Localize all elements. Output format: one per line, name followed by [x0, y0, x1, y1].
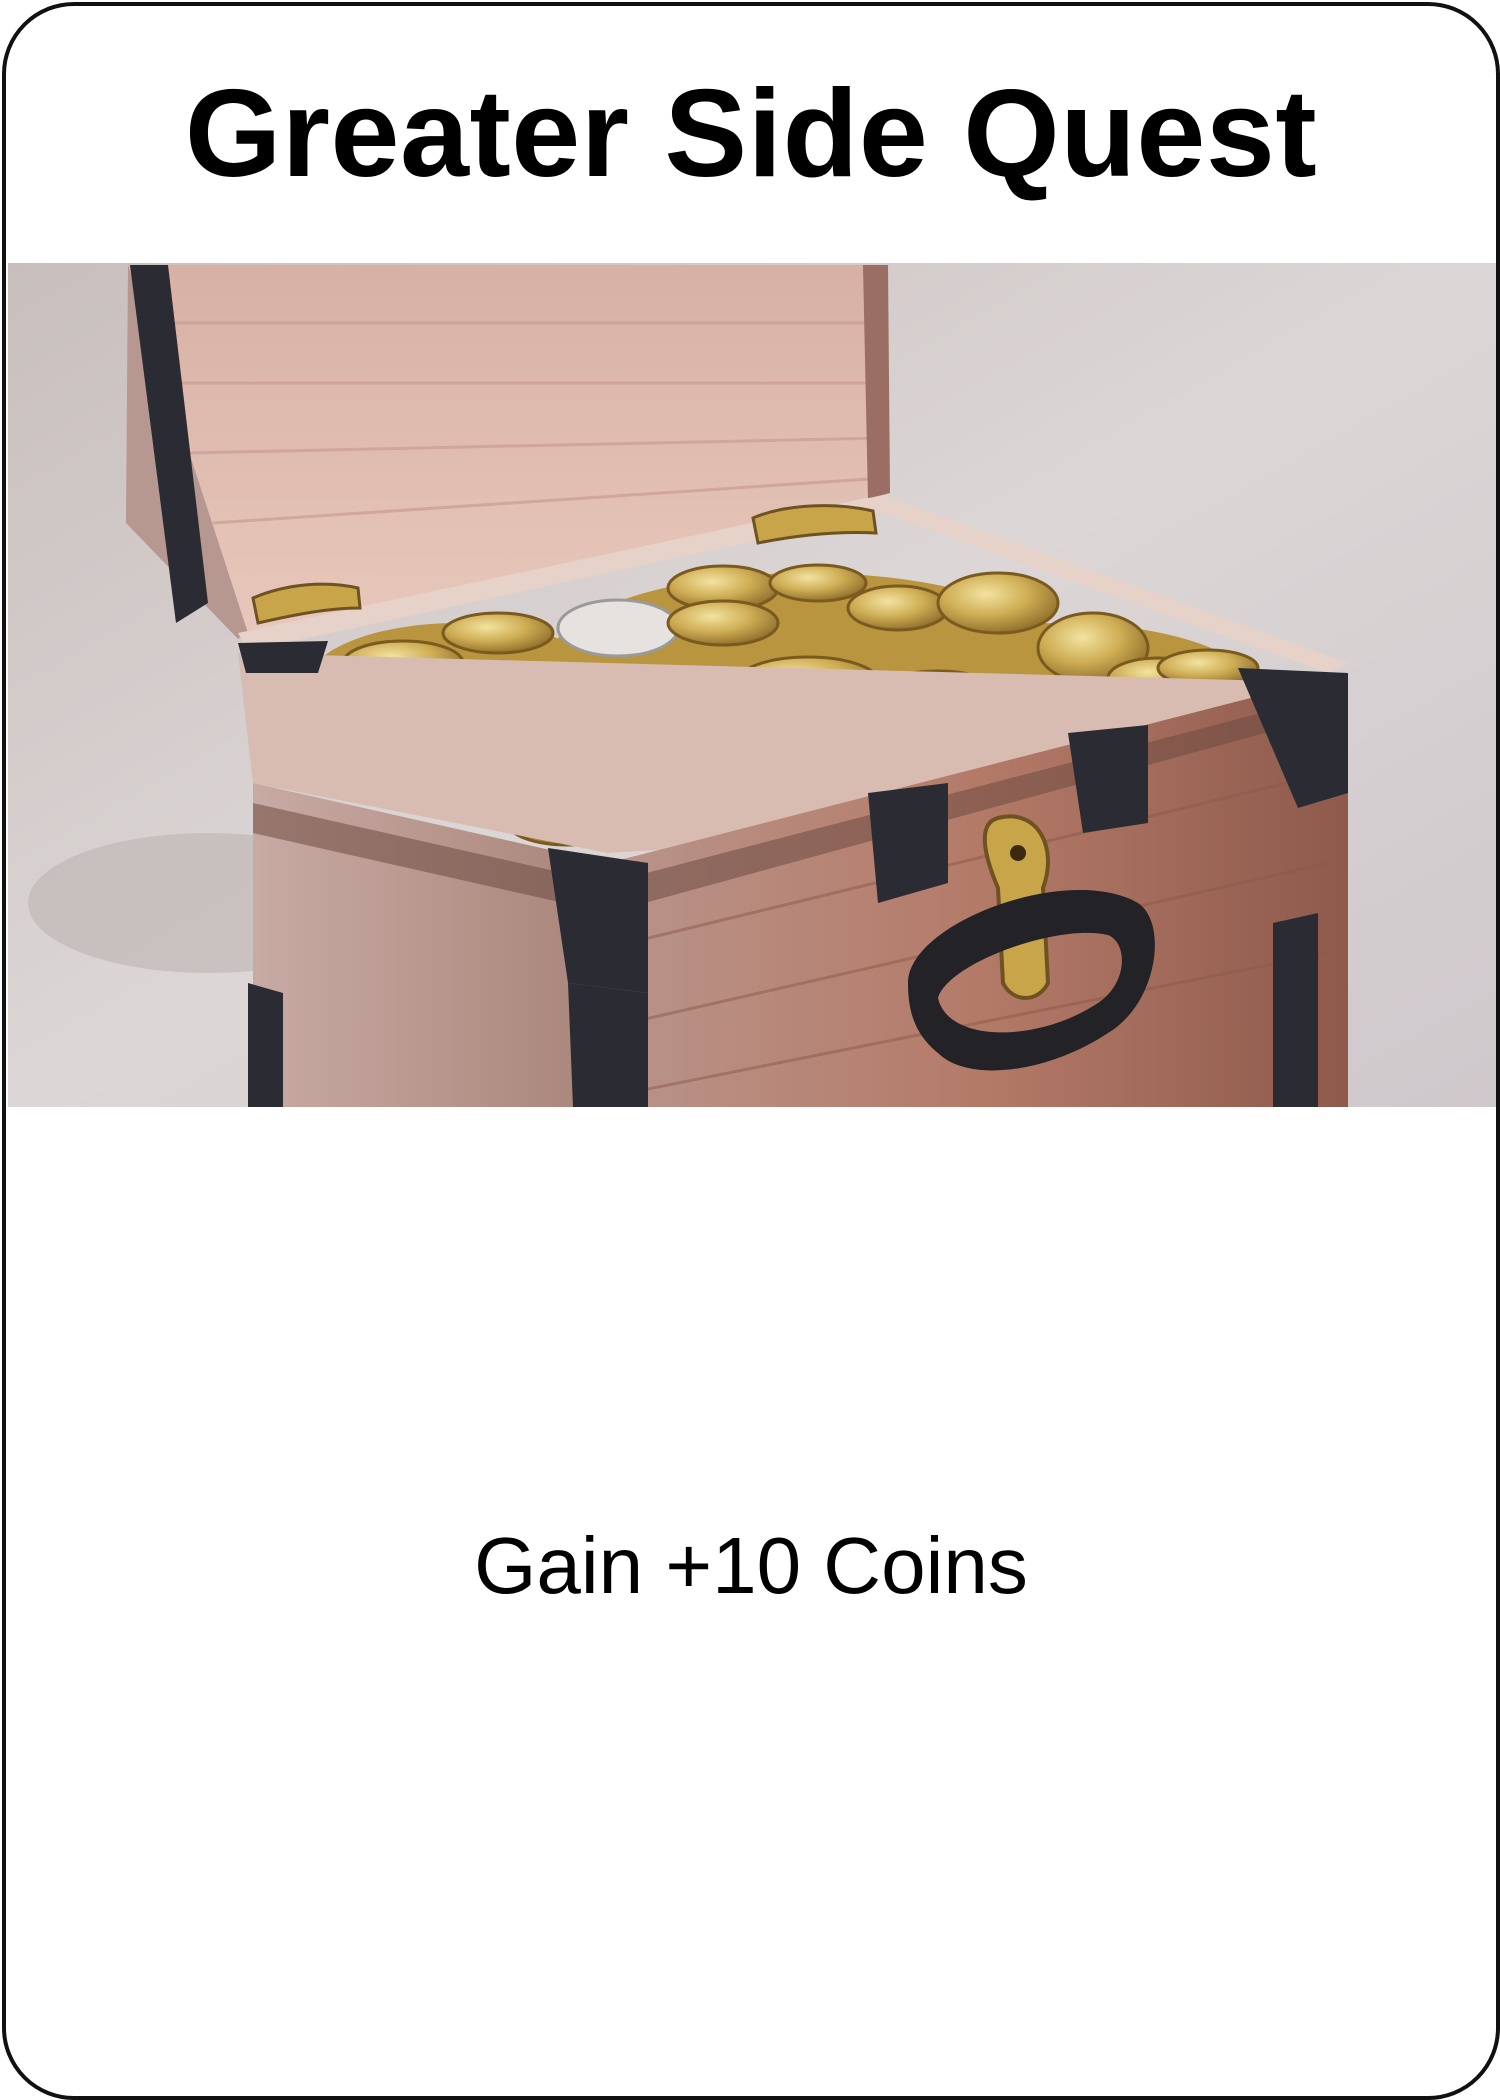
treasure-chest-icon: [8, 263, 1496, 1107]
card-title: Greater Side Quest: [184, 65, 1318, 203]
card-artwork: [8, 263, 1496, 1107]
card-effect-text: Gain +10 Coins: [474, 1521, 1028, 1610]
quest-card[interactable]: Greater Side Quest Gain +10 Coins: [2, 2, 1500, 2100]
